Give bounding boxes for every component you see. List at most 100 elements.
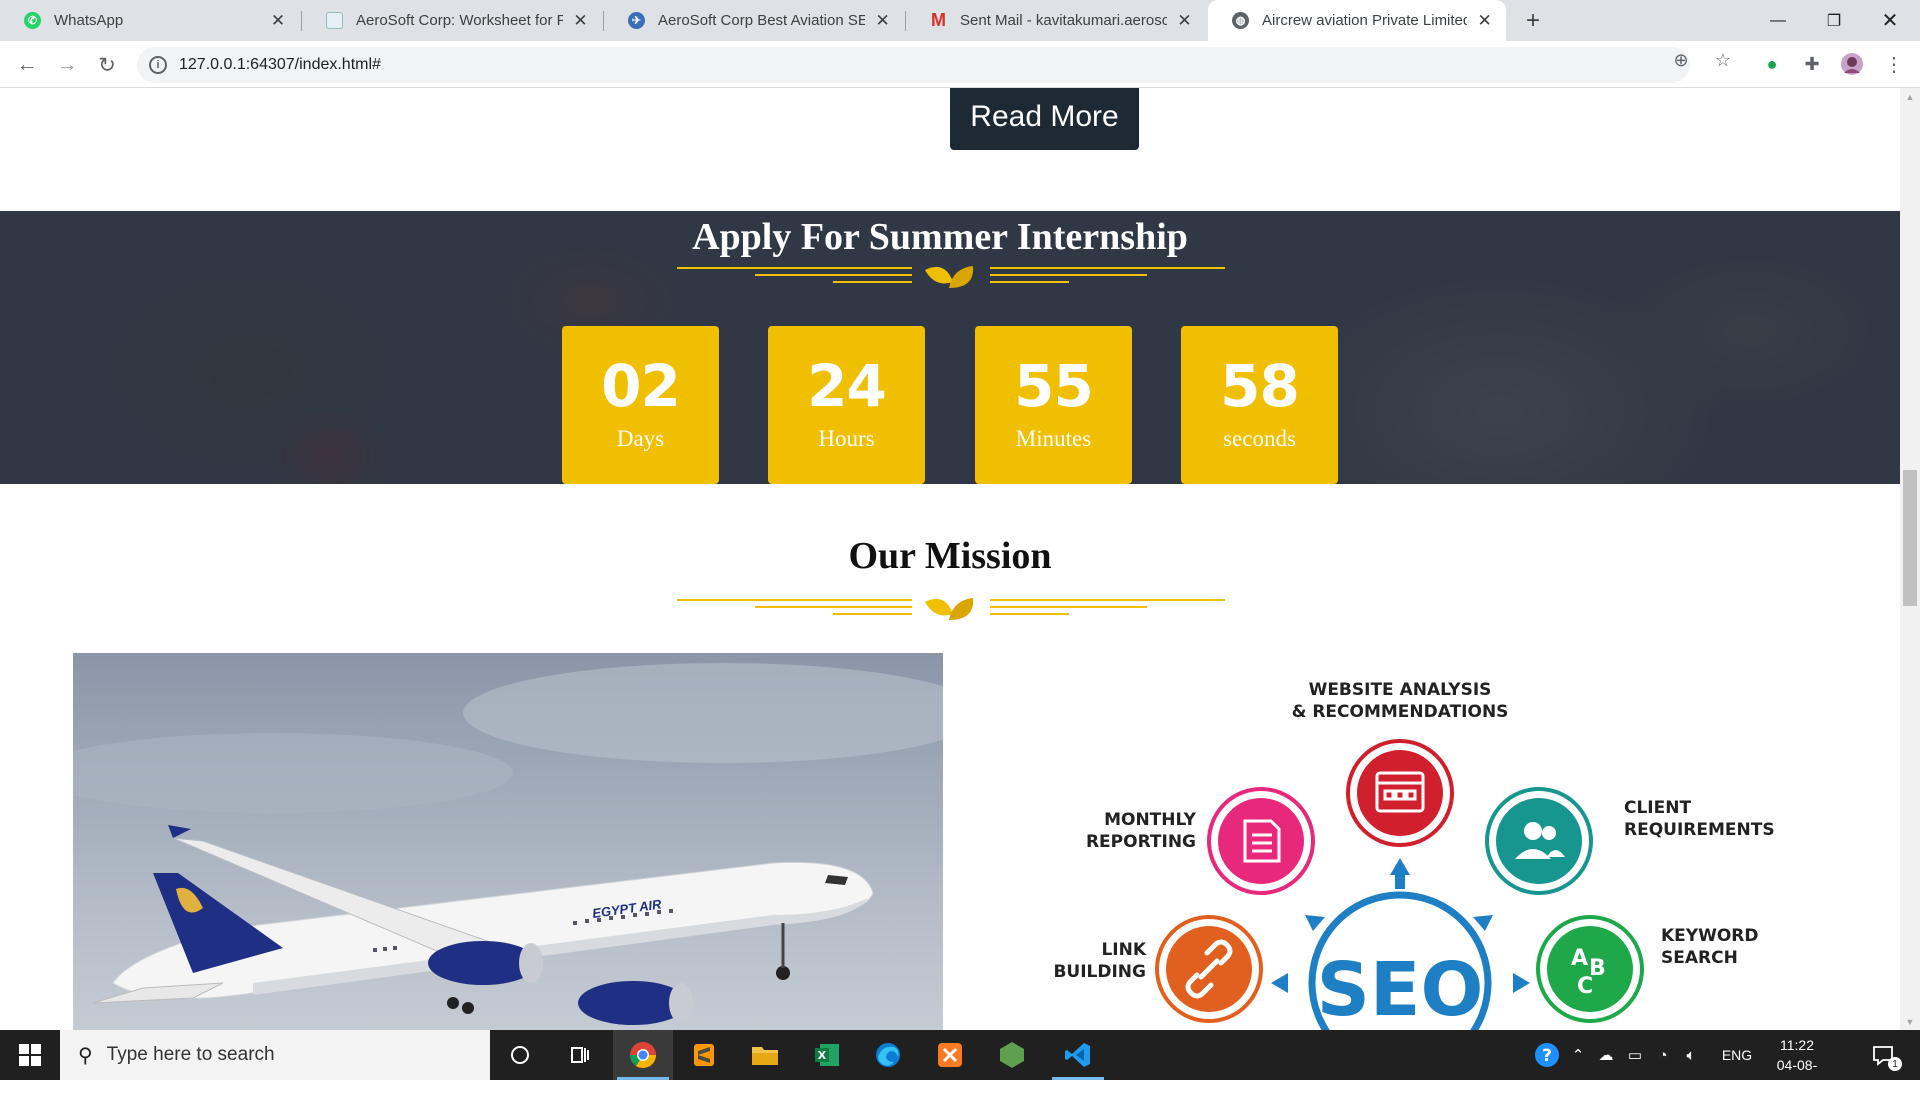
seo-center-text: SEO xyxy=(1317,947,1484,1030)
countdown-label: Days xyxy=(616,426,665,451)
leaf-icon xyxy=(925,266,974,288)
notifications-icon[interactable]: 1 xyxy=(1858,1030,1908,1080)
aerosoft-icon: ✈ xyxy=(628,12,645,29)
mission-title: Our Mission xyxy=(848,535,1052,577)
countdown-label: seconds xyxy=(1223,426,1296,451)
internship-title: Apply For Summer Internship xyxy=(692,216,1188,258)
minimize-button[interactable]: — xyxy=(1750,0,1806,41)
seo-item-line1: WEBSITE ANALYSIS xyxy=(1309,680,1492,700)
leaf-icon xyxy=(925,598,974,620)
new-tab-button[interactable]: + xyxy=(1520,7,1546,34)
sublime-text-icon[interactable] xyxy=(674,1030,734,1080)
countdown-label: Minutes xyxy=(1015,426,1092,451)
tab-title: AeroSoft Corp Best Aviation SEO xyxy=(658,12,866,29)
restore-button[interactable]: ❐ xyxy=(1806,0,1862,41)
gold-leaf-divider xyxy=(677,598,1225,620)
close-tab-icon[interactable]: ✕ xyxy=(1475,11,1494,31)
tab-title: AeroSoft Corp: Worksheet for Fe xyxy=(356,12,564,29)
vscode-icon[interactable] xyxy=(1048,1030,1108,1080)
taskbar-clock[interactable]: 11:22 04-08-2020 xyxy=(1762,1035,1832,1095)
show-hidden-icons-chevron-icon[interactable]: ⌃ xyxy=(1566,1030,1590,1080)
tab-aircrew-aviation[interactable]: ◍ Aircrew aviation Private Limited | ✕ xyxy=(1208,0,1506,41)
countdown-minutes: 55 Minutes xyxy=(975,326,1132,484)
countdown-days: 02 Days xyxy=(562,326,719,484)
task-view-icon[interactable] xyxy=(550,1030,610,1080)
monthly-reporting-node: MONTHLY REPORTING xyxy=(1086,787,1315,895)
edge-icon[interactable] xyxy=(858,1030,918,1080)
gmail-icon: M xyxy=(931,10,946,30)
cortana-icon[interactable] xyxy=(490,1030,550,1080)
countdown-seconds: 58 seconds xyxy=(1181,326,1338,484)
language-indicator[interactable]: ENG xyxy=(1712,1030,1762,1080)
site-info-icon[interactable]: i xyxy=(149,56,167,74)
seo-item-line1: CLIENT xyxy=(1624,798,1691,818)
tab-aerosoft-seo[interactable]: ✈ AeroSoft Corp Best Aviation SEO ✕ xyxy=(604,0,904,41)
globe-icon: ◍ xyxy=(1232,12,1249,29)
tab-sent-mail[interactable]: M Sent Mail - kavitakumari.aerosoft ✕ xyxy=(906,0,1206,41)
internship-banner: Apply For Summer Internship 02 Days 24 H… xyxy=(0,211,1900,484)
seo-infographic: SEO WEBSITE ANALYSIS & RECOMMENDATIONS M… xyxy=(943,653,1900,1030)
seo-item-line2: SEARCH xyxy=(1661,948,1738,968)
link-building-node: LINK BUILDING xyxy=(1053,915,1263,1023)
windows-taskbar: ⚲ Type here to search X ? ⌃ ☁ ▭ ◔ 🔈︎ ENG… xyxy=(0,1030,1920,1093)
search-icon: ⚲ xyxy=(78,1044,93,1067)
seo-item-line2: BUILDING xyxy=(1053,962,1146,982)
countdown-value: 58 xyxy=(1220,352,1300,420)
scroll-thumb[interactable] xyxy=(1903,470,1917,606)
seo-item-line1: MONTHLY xyxy=(1104,810,1197,830)
back-button[interactable]: ← xyxy=(12,50,42,80)
file-explorer-icon[interactable] xyxy=(735,1030,795,1080)
close-tab-icon[interactable]: ✕ xyxy=(571,11,590,31)
scroll-up-arrow[interactable]: ▲ xyxy=(1900,88,1920,105)
forward-button[interactable]: → xyxy=(52,50,82,80)
xampp-icon[interactable] xyxy=(920,1030,980,1080)
tab-worksheet[interactable]: AeroSoft Corp: Worksheet for Fe ✕ xyxy=(302,0,602,41)
svg-text:X: X xyxy=(818,1049,827,1062)
wifi-icon[interactable]: ◔ xyxy=(1650,1030,1676,1080)
seo-item-line2: REPORTING xyxy=(1086,832,1196,852)
excel-icon[interactable]: X xyxy=(797,1030,857,1080)
scroll-down-arrow[interactable]: ▼ xyxy=(1900,1013,1920,1030)
keyword-search-node: A B C KEYWORD SEARCH xyxy=(1536,915,1759,1023)
bookmark-star-icon[interactable]: ☆ xyxy=(1712,49,1734,71)
battery-icon[interactable]: ▭ xyxy=(1622,1030,1648,1080)
close-tab-icon[interactable]: ✕ xyxy=(1175,11,1194,31)
client-requirements-node: CLIENT REQUIREMENTS xyxy=(1485,787,1775,895)
address-bar[interactable]: i 127.0.0.1:64307/index.html# xyxy=(137,47,1690,83)
read-more-button[interactable]: Read More xyxy=(950,88,1139,150)
onedrive-cloud-icon[interactable]: ☁ xyxy=(1592,1030,1620,1080)
close-tab-icon[interactable]: ✕ xyxy=(873,11,892,31)
close-tab-icon[interactable]: ✕ xyxy=(268,11,288,31)
url-text: 127.0.0.1:64307/index.html# xyxy=(179,56,381,73)
tab-whatsapp[interactable]: ✆ WhatsApp ✕ xyxy=(0,0,300,41)
countdown-value: 55 xyxy=(1014,352,1094,420)
svg-text:C: C xyxy=(1577,974,1593,999)
extension-green-icon[interactable]: ● xyxy=(1760,52,1784,76)
page-icon xyxy=(326,12,343,29)
help-icon[interactable]: ? xyxy=(1530,1030,1564,1080)
svg-text:?: ? xyxy=(1542,1046,1552,1066)
start-button[interactable] xyxy=(0,1030,60,1080)
extensions-puzzle-icon[interactable]: ✚ xyxy=(1800,52,1824,76)
chrome-taskbar-icon[interactable] xyxy=(613,1030,673,1080)
countdown-hours: 24 Hours xyxy=(768,326,925,484)
seo-item-line1: LINK xyxy=(1101,940,1146,960)
close-window-button[interactable]: ✕ xyxy=(1862,0,1918,41)
reload-button[interactable]: ↻ xyxy=(92,50,122,80)
windows-logo-icon xyxy=(19,1044,41,1066)
nodejs-icon[interactable] xyxy=(982,1030,1042,1080)
browser-toolbar: ← → ↻ i 127.0.0.1:64307/index.html# ⊕ ☆ … xyxy=(0,41,1920,88)
clock-time: 11:22 xyxy=(1780,1037,1814,1053)
page-scrollbar[interactable]: ▲ ▼ xyxy=(1900,88,1920,1030)
browser-menu-icon[interactable]: ⋮ xyxy=(1882,52,1906,76)
website-analysis-node: WEBSITE ANALYSIS & RECOMMENDATIONS xyxy=(1292,680,1509,847)
whatsapp-icon: ✆ xyxy=(24,12,41,29)
volume-icon[interactable]: 🔈︎ xyxy=(1678,1030,1704,1080)
profile-avatar[interactable] xyxy=(1840,52,1864,76)
seo-item-line2: & RECOMMENDATIONS xyxy=(1292,702,1509,722)
taskbar-search-box[interactable]: ⚲ Type here to search xyxy=(60,1030,490,1080)
seo-item-line2: REQUIREMENTS xyxy=(1624,820,1775,840)
zoom-icon[interactable]: ⊕ xyxy=(1670,49,1692,71)
tab-title: Aircrew aviation Private Limited | xyxy=(1262,12,1468,29)
tab-title: WhatsApp xyxy=(54,12,124,29)
